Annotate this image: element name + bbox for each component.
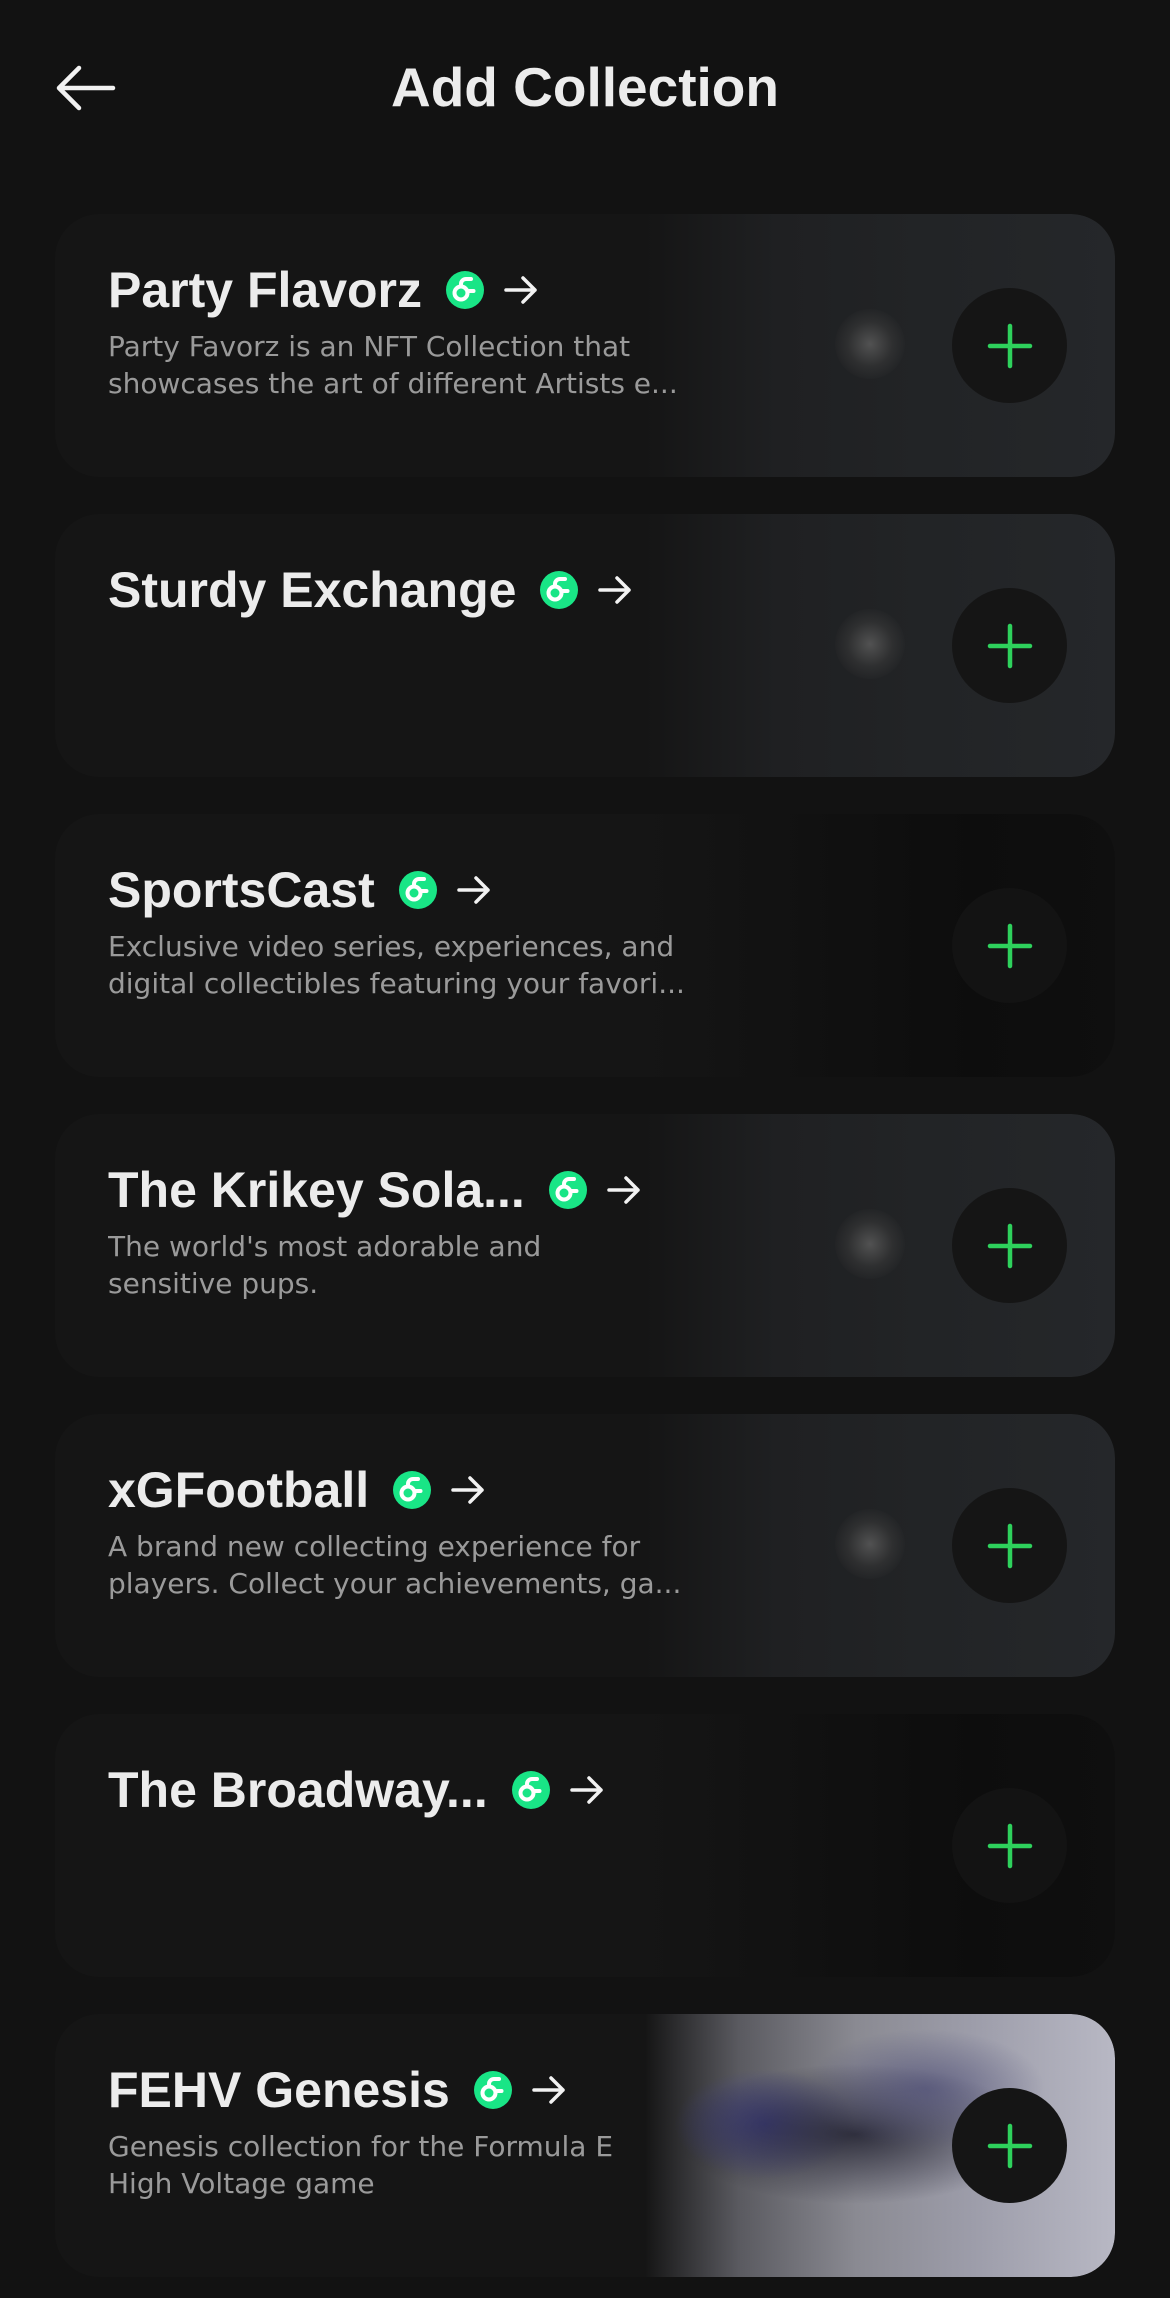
- description-line: Genesis collection for the Formula E: [108, 2130, 614, 2163]
- verified-badge-icon: [548, 1171, 587, 1209]
- thumbnail-blur: [835, 1209, 905, 1279]
- collection-title: SportsCast: [108, 862, 375, 918]
- collection-title-row: SportsCast: [108, 850, 493, 930]
- page-title: Add Collection: [390, 56, 780, 118]
- collection-card[interactable]: Sturdy Exchange: [55, 514, 1115, 777]
- add-collection-button[interactable]: [952, 588, 1067, 703]
- description-line: High Voltage game: [108, 2167, 375, 2200]
- arrow-right-icon[interactable]: [502, 271, 540, 309]
- verified-badge-icon: [511, 1771, 550, 1809]
- thumbnail-blur: [835, 609, 905, 679]
- header: Add Collection: [0, 0, 1170, 175]
- verified-badge-icon: [540, 571, 579, 609]
- add-collection-button[interactable]: [952, 1488, 1067, 1603]
- collection-title-row: The Broadway...: [108, 1750, 606, 1830]
- thumbnail-blur: [835, 309, 905, 379]
- plus-icon: [987, 1523, 1032, 1568]
- description-line: players. Collect your achievements, ga..…: [108, 1567, 682, 1600]
- description-line: sensitive pups.: [108, 1267, 319, 1300]
- verified-badge-icon: [473, 2071, 512, 2109]
- add-collection-button[interactable]: [952, 288, 1067, 403]
- collection-description: A brand new collecting experience for pl…: [108, 1528, 718, 1602]
- plus-icon: [987, 2123, 1032, 2168]
- collection-title-row: Sturdy Exchange: [108, 550, 634, 630]
- plus-icon: [987, 923, 1032, 968]
- arrow-right-icon[interactable]: [530, 2071, 568, 2109]
- verified-badge-icon: [398, 871, 437, 909]
- collection-card[interactable]: xGFootball A brand new collecting experi…: [55, 1414, 1115, 1677]
- thumbnail-blur: [835, 1509, 905, 1579]
- collection-title: Party Flavorz: [108, 262, 423, 318]
- collection-title: The Krikey Sola...: [108, 1162, 525, 1218]
- arrow-right-icon[interactable]: [455, 871, 493, 909]
- add-collection-button[interactable]: [952, 1788, 1067, 1903]
- collection-card[interactable]: The Krikey Sola... The world's most ador…: [55, 1114, 1115, 1377]
- collection-description: Genesis collection for the Formula E Hig…: [108, 2128, 718, 2202]
- plus-icon: [987, 623, 1032, 668]
- description-line: digital collectibles featuring your favo…: [108, 967, 685, 1000]
- verified-badge-icon: [393, 1471, 432, 1509]
- arrow-right-icon[interactable]: [449, 1471, 487, 1509]
- collection-title-row: xGFootball: [108, 1450, 487, 1530]
- collection-description: Exclusive video series, experiences, and…: [108, 928, 718, 1002]
- plus-icon: [987, 1223, 1032, 1268]
- arrow-right-icon[interactable]: [605, 1171, 643, 1209]
- collection-card[interactable]: Party Flavorz Party Favorz is an NFT Col…: [55, 214, 1115, 477]
- collection-title: FEHV Genesis: [108, 2062, 450, 2118]
- plus-icon: [987, 1823, 1032, 1868]
- description-line: The world's most adorable and: [108, 1230, 542, 1263]
- description-line: showcases the art of different Artists e…: [108, 367, 678, 400]
- collection-title: Sturdy Exchange: [108, 562, 517, 618]
- collection-title-row: Party Flavorz: [108, 250, 540, 330]
- collection-title-row: FEHV Genesis: [108, 2050, 568, 2130]
- add-collection-button[interactable]: [952, 2088, 1067, 2203]
- collection-description: Party Favorz is an NFT Collection that s…: [108, 328, 718, 402]
- collection-title-row: The Krikey Sola...: [108, 1150, 643, 1230]
- arrow-right-icon[interactable]: [568, 1771, 606, 1809]
- collection-title: The Broadway...: [108, 1762, 488, 1818]
- plus-icon: [987, 323, 1032, 368]
- arrow-right-icon[interactable]: [596, 571, 634, 609]
- collection-title: xGFootball: [108, 1462, 370, 1518]
- verified-badge-icon: [446, 271, 485, 309]
- description-line: Party Favorz is an NFT Collection that: [108, 330, 631, 363]
- collection-card[interactable]: The Broadway...: [55, 1714, 1115, 1977]
- collection-card[interactable]: SportsCast Exclusive video series, exper…: [55, 814, 1115, 1077]
- add-collection-button[interactable]: [952, 888, 1067, 1003]
- collection-description: The world's most adorable and sensitive …: [108, 1228, 718, 1302]
- collection-card[interactable]: FEHV Genesis Genesis collection for the …: [55, 2014, 1115, 2277]
- description-line: A brand new collecting experience for: [108, 1530, 641, 1563]
- description-line: Exclusive video series, experiences, and: [108, 930, 675, 963]
- add-collection-button[interactable]: [952, 1188, 1067, 1303]
